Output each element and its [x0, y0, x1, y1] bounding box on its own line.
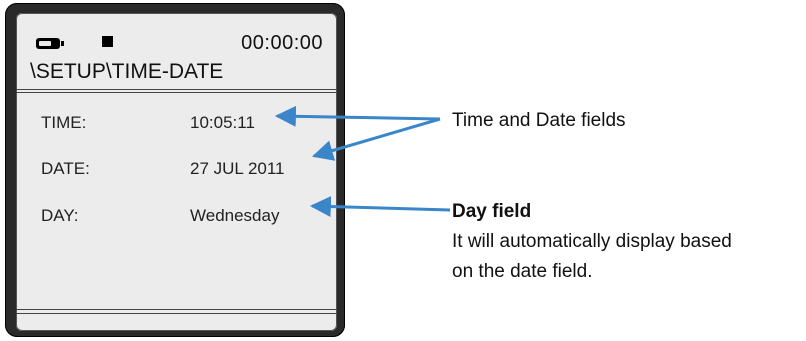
date-arrow — [311, 117, 441, 161]
day-callout-line: on the date field. — [452, 261, 593, 282]
day-callout-heading: Day field — [452, 201, 532, 222]
stage: 00:00:00 \SETUP\TIME-DATE TIME: 10:05:11… — [0, 0, 806, 341]
day-arrow — [309, 196, 451, 218]
annotation-arrows — [274, 105, 451, 218]
time-date-callout: Time and Date fields — [452, 110, 626, 131]
day-callout: Day field It will automatically display … — [452, 197, 732, 287]
day-callout-line: It will automatically display based — [452, 231, 732, 252]
time-arrow — [274, 105, 441, 127]
